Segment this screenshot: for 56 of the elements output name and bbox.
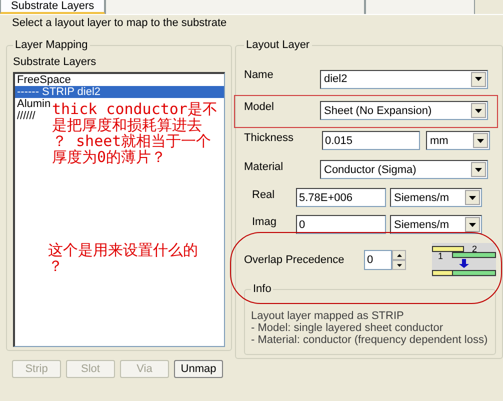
field-label: Real: [252, 188, 276, 201]
dropdown-button[interactable]: [471, 162, 486, 177]
list-item[interactable]: //////: [15, 110, 38, 122]
caret-icon: [477, 138, 484, 142]
field-label: Overlap Precedence: [244, 254, 346, 266]
diagram-number: 2: [472, 244, 478, 254]
info-text: Layout layer mapped as STRIP: [251, 310, 404, 322]
list-item[interactable]: ------ STRIP diel2: [15, 86, 224, 98]
spin-button[interactable]: [392, 260, 406, 270]
diagram-number: 1: [438, 251, 444, 261]
annotation-text: ？ sheet就相当于一个: [52, 133, 212, 149]
text-field[interactable]: 5.78E+006: [296, 188, 386, 207]
layer-button[interactable]: Unmap: [174, 360, 223, 378]
annotation-text: ？: [48, 258, 63, 274]
dropdown-button[interactable]: [465, 217, 480, 232]
arrow-icon: [396, 264, 402, 266]
caret-icon: [475, 108, 482, 112]
info-text: - Material: conductor (frequency dependent loss): [251, 334, 488, 346]
field-label: Imag: [252, 215, 278, 228]
dropdown-button[interactable]: [465, 190, 480, 205]
annotation-text: 是把厚度和损耗算进去: [52, 117, 202, 133]
field-label: Thickness: [244, 131, 295, 144]
info-text: - Model: single layered sheet conductor: [251, 322, 443, 334]
dropdown[interactable]: mm: [426, 131, 490, 150]
annotation-text: 这个是用来设置什么的: [48, 242, 198, 258]
dropdown-button[interactable]: [471, 103, 486, 118]
tab[interactable]: Substrate Layers: [0, 0, 106, 14]
dropdown[interactable]: diel2: [320, 70, 488, 88]
list-label: Substrate Layers: [13, 56, 98, 69]
annotation-text: thick conductor是不: [52, 101, 218, 117]
caret-icon: [475, 77, 482, 81]
caret-icon: [469, 196, 476, 200]
dropdown[interactable]: Sheet (No Expansion): [320, 101, 488, 120]
group-title: Layer Mapping: [14, 39, 89, 52]
list-item[interactable]: Alumin: [15, 98, 53, 110]
list-item[interactable]: FreeSpace: [15, 74, 73, 86]
dropdown[interactable]: Siemens/m: [390, 215, 482, 234]
annotation-text: 厚度为0的薄片？: [52, 149, 166, 165]
dropdown[interactable]: Siemens/m: [390, 188, 482, 207]
text-field[interactable]: 0.015: [322, 131, 420, 150]
arrow-icon: [396, 254, 402, 256]
field-label: Model: [244, 100, 275, 113]
caret-icon: [469, 222, 476, 226]
spin-button[interactable]: [392, 250, 406, 260]
caret-icon: [475, 168, 482, 172]
text-field[interactable]: 0: [296, 215, 386, 234]
dropdown-button[interactable]: [473, 133, 488, 148]
overlap-diagram-drawing: [432, 243, 496, 277]
spin-field[interactable]: 0: [364, 250, 392, 270]
instruction-text: Select a layout layer to map to the substrate: [11, 16, 228, 31]
dropdown-button[interactable]: [471, 72, 486, 86]
field-label: Name: [244, 68, 274, 81]
dropdown[interactable]: Conductor (Sigma): [320, 160, 488, 179]
group-title: Info: [252, 283, 272, 296]
group-title: Layout Layer: [245, 39, 311, 52]
field-label: Material: [244, 160, 284, 173]
